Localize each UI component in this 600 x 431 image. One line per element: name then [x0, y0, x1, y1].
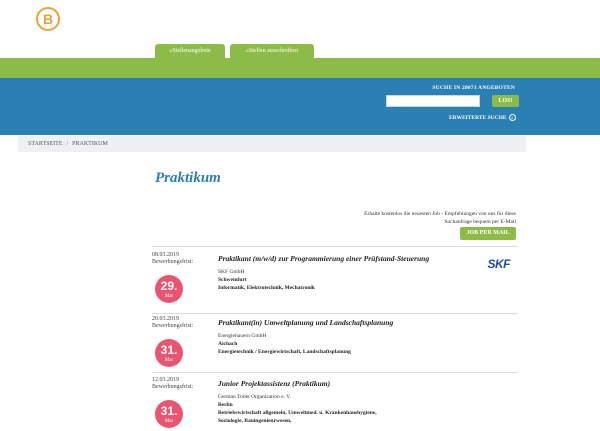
- info-icon: i: [508, 114, 516, 121]
- deadline-month: Mar: [164, 294, 174, 299]
- divider: [152, 313, 518, 314]
- search-input[interactable]: [386, 95, 480, 107]
- mail-info-text: Erhalte kostenlos die neuesten Job - Emp…: [364, 211, 516, 225]
- deadline-badge: 31. Mar: [155, 339, 183, 367]
- job-company: Energiebauern GmbH: [218, 333, 267, 339]
- deadline-month: Mar: [164, 419, 174, 424]
- deadline-label: Bewerbungsfrist:: [152, 384, 194, 390]
- job-city: Schweinfurt: [218, 277, 247, 283]
- search-button[interactable]: LOS!: [492, 95, 519, 107]
- tab-stellen-ausschreiben[interactable]: »Stellen ausschreiben: [230, 44, 314, 58]
- deadline-day: 29.: [160, 279, 178, 293]
- job-city: Berlin: [218, 402, 233, 408]
- deadline-day: 31.: [160, 404, 178, 418]
- job-city: Aichach: [218, 341, 238, 347]
- job-title[interactable]: Praktikant (m/w/d) zur Programmierung ei…: [218, 254, 429, 263]
- job-date: 12.03.2019: [152, 377, 179, 383]
- divider: [152, 372, 518, 373]
- job-categories: Betriebswirtschaft allgemein, Umweltmed.…: [218, 410, 377, 424]
- green-nav-bar: [0, 58, 600, 78]
- top-tabs: »Stellenangebote »Stellen ausschreiben: [155, 44, 314, 58]
- deadline-badge: 31. Mar: [155, 400, 183, 428]
- advanced-search-label: ERWEITERTE SUCHE: [449, 114, 507, 121]
- job-title[interactable]: Praktikant(in) Umweltplanung und Landsch…: [218, 318, 393, 327]
- breadcrumb-current: PRAKTIKUM: [72, 141, 108, 147]
- job-date: 08.03.2019: [152, 252, 179, 258]
- deadline-label: Bewerbungsfrist:: [152, 323, 194, 329]
- job-categories: Energietechnik / Energiewirtschaft, Land…: [218, 349, 351, 355]
- job-date-block: 20.03.2019 Bewerbungsfrist:: [152, 316, 193, 330]
- breadcrumb: STARTSEITE / PRAKTIKUM: [18, 136, 526, 152]
- job-date-block: 12.03.2019 Bewerbungsfrist:: [152, 377, 193, 391]
- job-per-mail-button[interactable]: JOB PER MAIL: [460, 227, 516, 240]
- deadline-badge: 29. Mar: [155, 275, 183, 303]
- deadline-month: Mar: [164, 358, 174, 363]
- job-company: German Toilet Organization e. V.: [218, 394, 291, 400]
- deadline-label: Bewerbungsfrist:: [152, 259, 194, 265]
- divider: [152, 246, 518, 247]
- company-logo[interactable]: SKF: [488, 257, 511, 271]
- job-categories: Informatik, Elektrotechnik, Mechatronik: [218, 285, 315, 291]
- breadcrumb-separator: /: [66, 141, 69, 147]
- job-company: SKF GmbH: [218, 269, 245, 275]
- advanced-search-link[interactable]: ERWEITERTE SUCHE i: [449, 114, 516, 121]
- tab-stellenangebote[interactable]: »Stellenangebote: [155, 44, 225, 58]
- job-date-block: 08.03.2019 Bewerbungsfrist:: [152, 252, 193, 266]
- search-count-label: SUCHE IN 28071 ANGEBOTEN: [432, 85, 515, 91]
- page-title: Praktikum: [155, 170, 221, 186]
- breadcrumb-home[interactable]: STARTSEITE: [28, 141, 63, 147]
- job-date: 20.03.2019: [152, 316, 179, 322]
- deadline-day: 31.: [160, 343, 178, 357]
- job-title[interactable]: Junior Projektassistenz (Praktikum): [218, 379, 330, 388]
- brand-logo[interactable]: B: [36, 7, 60, 31]
